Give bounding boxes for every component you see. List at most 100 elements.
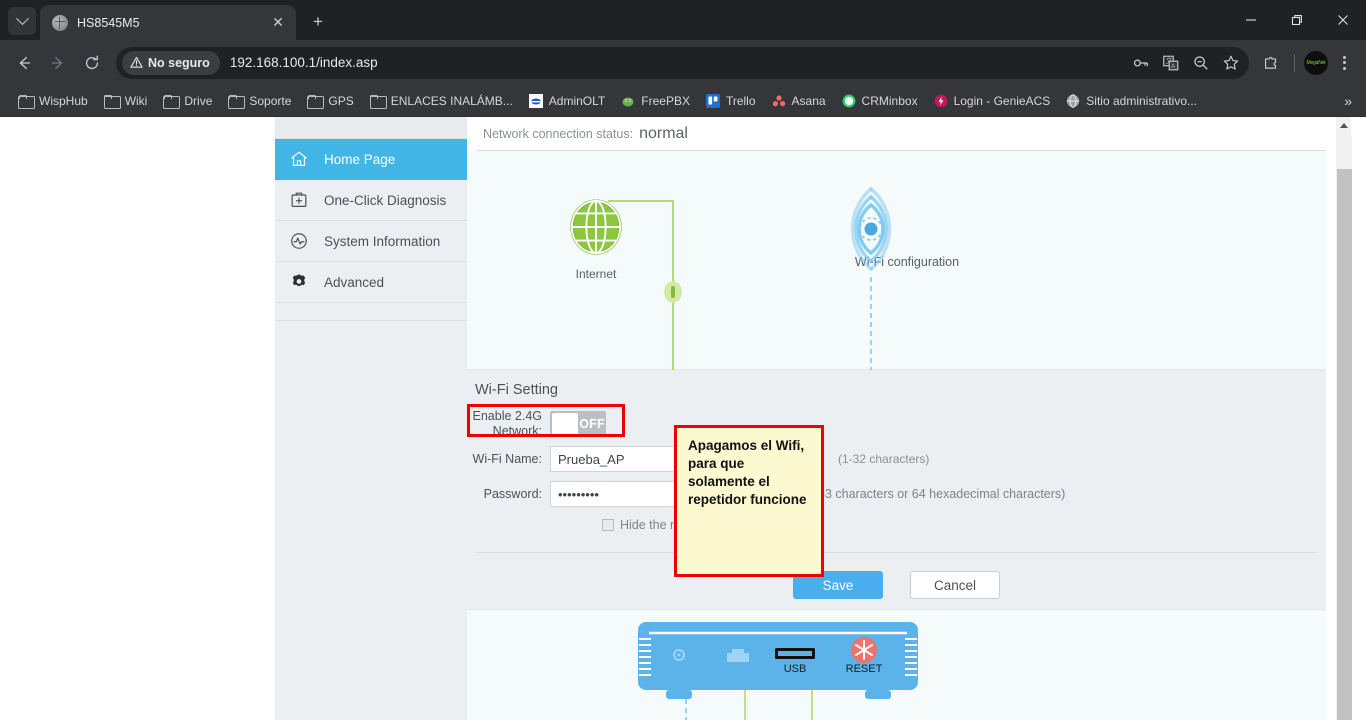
toolbar-divider <box>1294 54 1295 72</box>
bookmark-label: Drive <box>184 94 212 108</box>
folder-icon <box>307 95 322 107</box>
bookmark-label: AdminOLT <box>549 94 605 108</box>
close-icon[interactable]: ✕ <box>268 13 288 33</box>
divider <box>477 552 1316 553</box>
folder-icon <box>228 95 243 107</box>
folder-icon <box>370 95 385 107</box>
toggle-knob <box>552 413 578 435</box>
page-viewport: Home Page One-Click Diagnosis System Inf… <box>0 117 1366 720</box>
folder-icon <box>104 95 119 107</box>
gear-icon <box>288 271 310 293</box>
router-admin-page: Home Page One-Click Diagnosis System Inf… <box>0 117 1351 720</box>
maximize-restore-icon[interactable] <box>1274 0 1320 40</box>
first-aid-kit-icon <box>288 189 310 211</box>
bookmark-item[interactable]: Asana <box>764 91 834 111</box>
reload-button[interactable] <box>76 47 108 79</box>
bookmark-item[interactable]: Drive <box>155 91 220 111</box>
avatar[interactable]: MegaNet <box>1304 51 1328 75</box>
sidebar-item-home-page[interactable]: Home Page <box>275 139 467 180</box>
globe-icon <box>567 198 625 256</box>
bookmark-item[interactable]: Login - GenieACS <box>926 91 1059 111</box>
folder-icon <box>18 95 33 107</box>
translate-icon[interactable]: 文A <box>1157 49 1185 77</box>
annotation-text: Apagamos el Wifi, para que solamente el … <box>688 437 810 509</box>
network-status-value: normal <box>639 125 688 143</box>
site-favicon <box>842 94 856 108</box>
content-area: Network connection status: normal <box>467 117 1336 720</box>
hide-network-row: Hide the network <box>467 514 1326 536</box>
sidebar-item-label: System Information <box>324 234 440 249</box>
page-scrollbar[interactable] <box>1336 117 1351 720</box>
zoom-out-icon[interactable] <box>1187 49 1215 77</box>
sidebar-item-one-click-diagnosis[interactable]: One-Click Diagnosis <box>275 180 467 221</box>
kebab-menu-icon[interactable] <box>1330 49 1358 77</box>
bookmarks-overflow-button[interactable]: » <box>1338 91 1358 111</box>
bookmark-item[interactable]: Wiki <box>96 91 156 111</box>
bookmark-item[interactable]: Soporte <box>220 91 299 111</box>
wifi-name-label: Wi-Fi Name: <box>467 452 550 467</box>
hide-network-checkbox[interactable] <box>602 519 614 531</box>
sidebar-top-strip <box>275 117 467 139</box>
tab-search-button[interactable] <box>8 7 36 35</box>
bookmark-item[interactable]: Sitio administrativo... <box>1058 91 1205 111</box>
scroll-up-button[interactable] <box>1337 117 1351 134</box>
sidebar-item-label: Home Page <box>324 152 395 167</box>
bookmark-label: Wiki <box>125 94 148 108</box>
sidebar-item-system-information[interactable]: System Information <box>275 221 467 262</box>
site-favicon <box>772 94 786 108</box>
activity-monitor-icon <box>288 230 310 252</box>
site-favicon <box>706 94 720 108</box>
device-illustration-panel: USB RESET <box>467 610 1326 720</box>
extensions-puzzle-icon[interactable] <box>1257 49 1285 77</box>
bookmark-label: GPS <box>328 94 353 108</box>
bookmark-item[interactable]: WispHub <box>10 91 96 111</box>
internet-node: Internet <box>566 198 626 281</box>
site-favicon <box>934 94 948 108</box>
bookmarks-bar: WispHub Wiki Drive Soporte GPS ENLACES I… <box>0 85 1366 117</box>
password-row: Password: Hide (8-63 characters or 64 he… <box>467 479 1326 509</box>
password-key-icon[interactable] <box>1127 49 1155 77</box>
bookmark-item[interactable]: AdminOLT <box>521 91 613 111</box>
site-favicon <box>1066 94 1080 108</box>
bookmark-item[interactable]: ENLACES INALÁMB... <box>362 91 521 111</box>
url-text: 192.168.100.1/index.asp <box>230 55 1127 70</box>
enable-2g-label: Enable 2.4G Network: <box>467 409 550 439</box>
sidebar-spacer <box>275 303 467 321</box>
bookmark-label: Asana <box>792 94 826 108</box>
sidebar: Home Page One-Click Diagnosis System Inf… <box>275 117 467 720</box>
bookmark-label: Trello <box>726 94 756 108</box>
forward-button[interactable] <box>42 47 74 79</box>
omnibox-icons: 文A <box>1127 49 1245 77</box>
scrollbar-thumb[interactable] <box>1337 169 1352 720</box>
bookmark-label: Soporte <box>249 94 291 108</box>
chevron-down-icon <box>16 12 29 25</box>
bookmark-star-icon[interactable] <box>1217 49 1245 77</box>
site-favicon <box>621 94 635 108</box>
network-status-label: Network connection status: <box>483 127 633 141</box>
back-button[interactable] <box>8 47 40 79</box>
toggle-state-label: OFF <box>578 417 606 431</box>
sidebar-item-advanced[interactable]: Advanced <box>275 262 467 303</box>
browser-toolbar: No seguro 192.168.100.1/index.asp 文A <box>0 40 1366 85</box>
tab-title: HS8545M5 <box>77 16 259 30</box>
address-bar[interactable]: No seguro 192.168.100.1/index.asp 文A <box>116 47 1249 79</box>
scrollbar-track[interactable] <box>1337 134 1352 169</box>
new-tab-button[interactable]: + <box>304 8 332 36</box>
browser-tab[interactable]: HS8545M5 ✕ <box>40 5 296 40</box>
bookmark-label: Login - GenieACS <box>954 94 1051 108</box>
toolbar-right: MegaNet <box>1257 49 1358 77</box>
password-label: Password: <box>467 487 550 502</box>
close-icon[interactable] <box>1320 0 1366 40</box>
bookmark-item[interactable]: CRMinbox <box>834 91 926 111</box>
security-status-badge[interactable]: No seguro <box>122 51 220 75</box>
enable-2g-toggle[interactable]: OFF <box>550 411 606 437</box>
minimize-icon[interactable] <box>1228 0 1274 40</box>
password-hint: (8-63 characters or 64 hexadecimal chara… <box>803 487 1066 501</box>
enable-2g-row: Enable 2.4G Network: OFF <box>467 409 1326 439</box>
bookmark-item[interactable]: FreePBX <box>613 91 698 111</box>
bookmark-label: WispHub <box>39 94 88 108</box>
bookmark-item[interactable]: GPS <box>299 91 361 111</box>
bookmark-item[interactable]: Trello <box>698 91 764 111</box>
wifi-name-row: Wi-Fi Name: (1-32 characters) <box>467 444 1326 474</box>
cancel-button[interactable]: Cancel <box>910 571 1000 599</box>
